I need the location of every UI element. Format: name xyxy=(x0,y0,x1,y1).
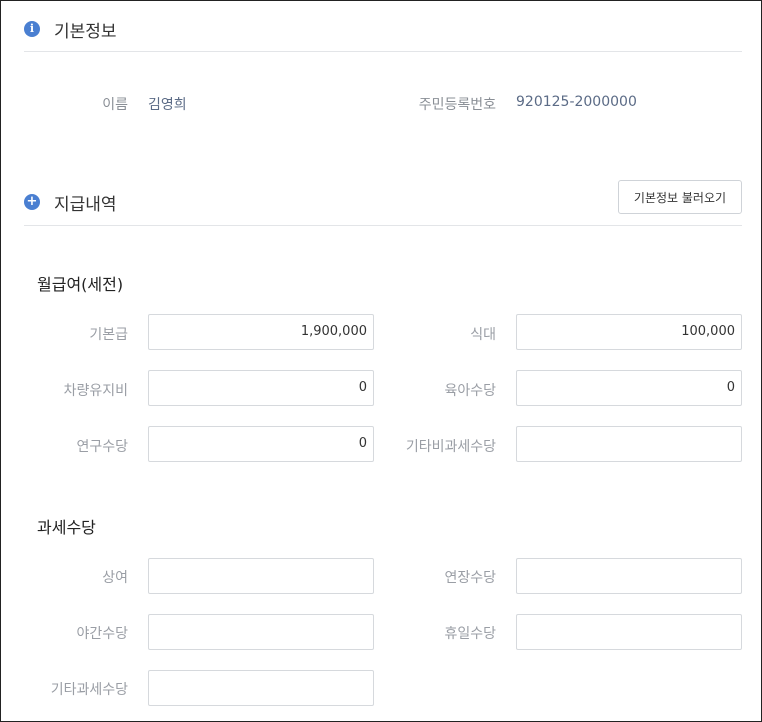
night-allowance-input[interactable] xyxy=(148,614,374,650)
base-salary-input[interactable]: 1,900,000 xyxy=(148,314,374,350)
payment-header: + 지급내역 기본정보 불러오기 xyxy=(24,180,742,226)
name-label: 이름 xyxy=(102,97,128,113)
childcare-allowance-input[interactable]: 0 xyxy=(516,370,742,406)
info-icon: i xyxy=(24,21,40,37)
field-label: 기본급 xyxy=(89,327,128,343)
field-label: 육아수당 xyxy=(444,383,496,399)
field-label: 상여 xyxy=(102,570,128,586)
other-taxable-input[interactable] xyxy=(148,670,374,706)
field-label: 휴일수당 xyxy=(444,626,496,642)
rrn-value: 920125-2000000 xyxy=(516,94,637,110)
field-label: 차량유지비 xyxy=(63,383,128,399)
vehicle-allowance-input[interactable]: 0 xyxy=(148,370,374,406)
other-nontaxable-input[interactable] xyxy=(516,426,742,462)
field-label: 연구수당 xyxy=(76,439,128,455)
overtime-allowance-input[interactable] xyxy=(516,558,742,594)
field-label: 연장수당 xyxy=(444,570,496,586)
load-basic-info-button[interactable]: 기본정보 불러오기 xyxy=(618,180,742,214)
rrn-label: 주민등록번호 xyxy=(418,97,496,113)
name-value: 김영희 xyxy=(148,97,187,113)
plus-circle-icon[interactable]: + xyxy=(24,194,40,210)
meal-allowance-input[interactable]: 100,000 xyxy=(516,314,742,350)
taxable-allowance-title: 과세수당 xyxy=(37,518,96,537)
field-label: 식대 xyxy=(470,327,496,343)
research-allowance-input[interactable]: 0 xyxy=(148,426,374,462)
field-label: 기타과세수당 xyxy=(50,682,128,698)
bonus-input[interactable] xyxy=(148,558,374,594)
payment-title: 지급내역 xyxy=(54,195,117,215)
basic-info-header: i 기본정보 xyxy=(24,16,742,52)
field-label: 야간수당 xyxy=(76,626,128,642)
monthly-pay-title: 월급여(세전) xyxy=(37,275,124,294)
field-label: 기타비과세수당 xyxy=(405,439,496,455)
basic-info-title: 기본정보 xyxy=(54,22,117,42)
holiday-allowance-input[interactable] xyxy=(516,614,742,650)
